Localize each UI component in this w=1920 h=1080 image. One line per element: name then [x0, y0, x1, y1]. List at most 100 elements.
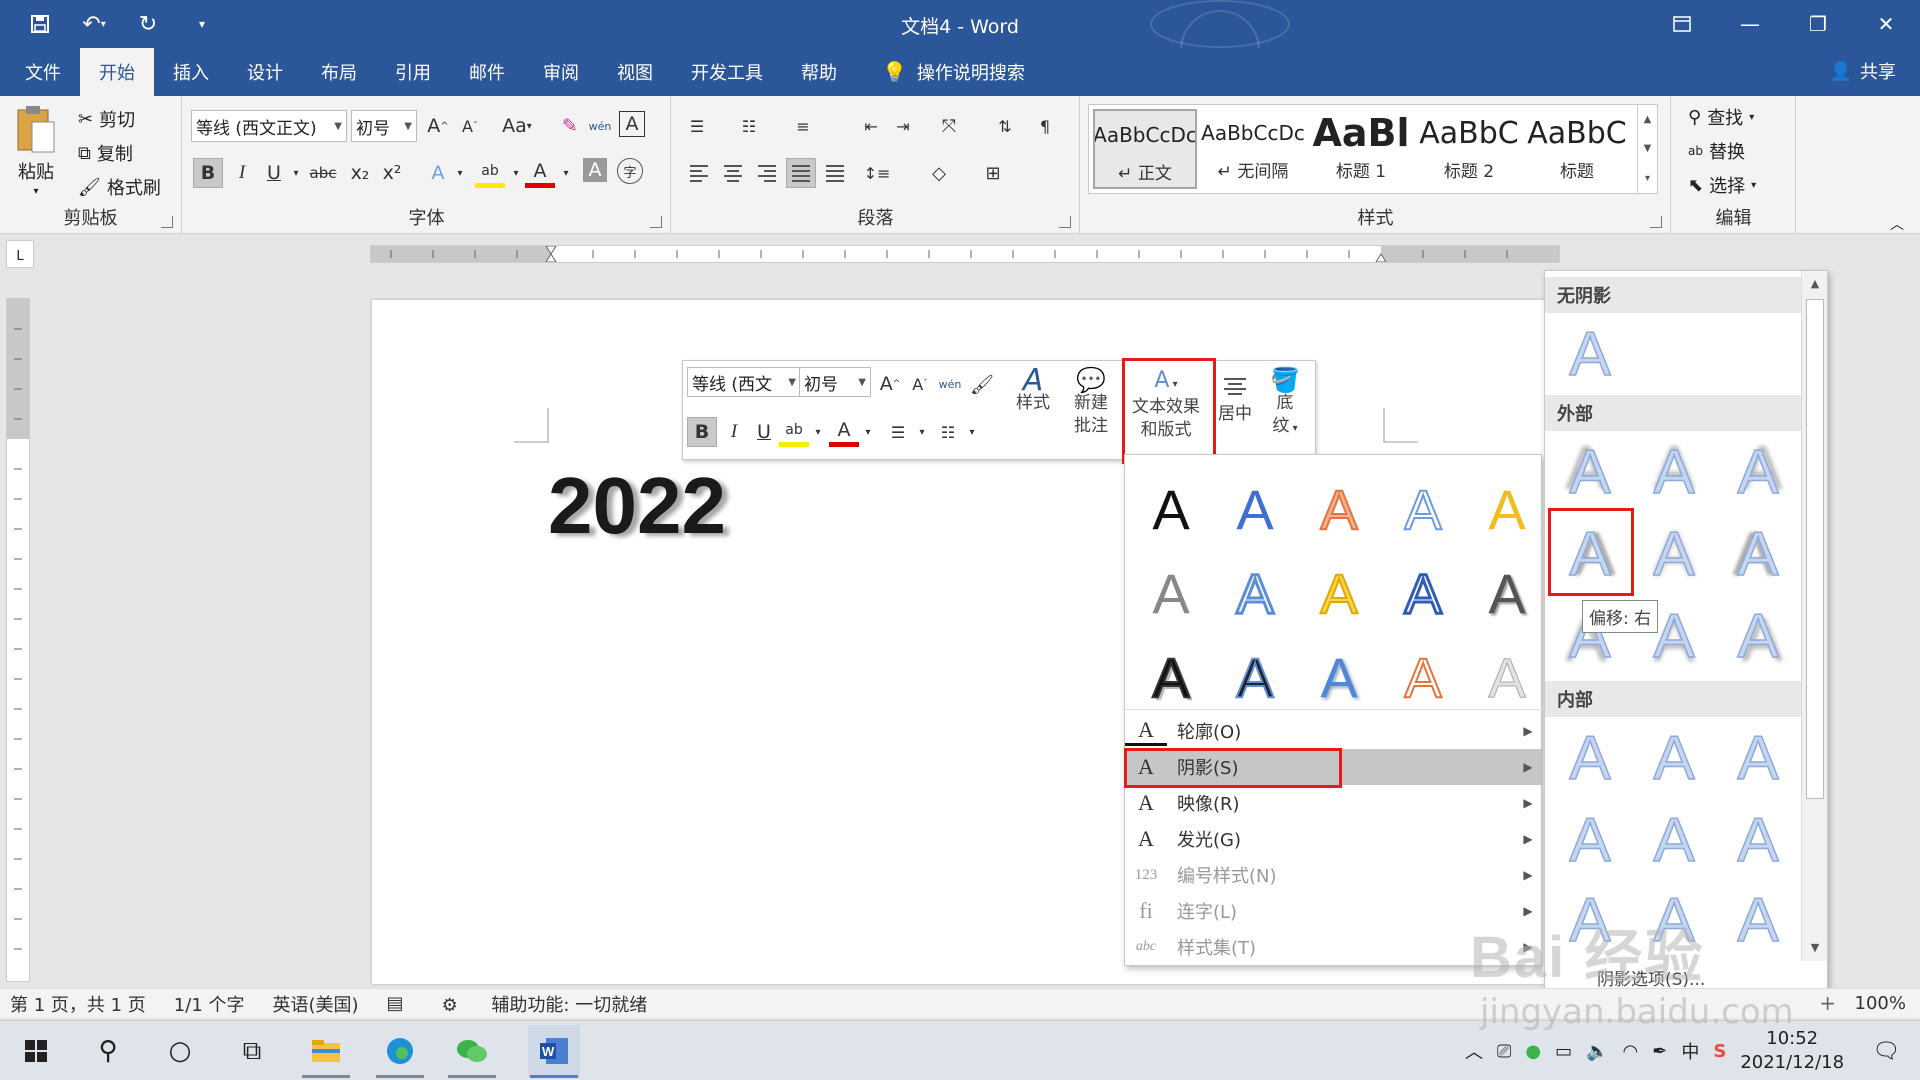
italic-button[interactable]: I — [227, 158, 257, 188]
tab-developer[interactable]: 开发工具 — [672, 48, 782, 96]
style-heading-2[interactable]: AaBbC 标题 2 — [1417, 109, 1521, 189]
shading-button[interactable]: 🪣 底 纹 ▾ — [1261, 368, 1309, 440]
menu-item-reflection[interactable]: A 映像(R) ▶ — [1125, 785, 1543, 821]
mini-styles-button[interactable]: A 样式 — [1005, 366, 1061, 415]
effect-style-13[interactable]: A — [1299, 637, 1379, 717]
superscript-button[interactable]: x² — [377, 158, 407, 188]
chevron-down-icon[interactable]: ▾ — [853, 417, 883, 447]
page-count[interactable]: 第 1 页，共 1 页 — [10, 991, 146, 1017]
bold-button[interactable]: B — [193, 158, 223, 188]
copy-button[interactable]: ⧉ 复制 — [78, 140, 133, 166]
effect-style-11[interactable]: A — [1131, 637, 1211, 717]
ribbon-display-icon[interactable] — [1648, 0, 1716, 48]
format-painter-button[interactable]: 🖌 格式刷 — [78, 174, 161, 200]
battery-icon[interactable]: ▭ — [1555, 1041, 1572, 1062]
align-left-icon[interactable] — [684, 158, 714, 188]
subscript-button[interactable]: x₂ — [345, 158, 375, 188]
effect-style-6[interactable]: A — [1131, 553, 1211, 633]
grow-font-icon[interactable]: A ^ — [423, 111, 453, 141]
edge-icon[interactable] — [380, 1031, 420, 1071]
phonetic-guide-icon[interactable]: wén — [585, 111, 615, 141]
bullets-icon[interactable]: ☰ — [682, 111, 712, 141]
menu-item-number-styles[interactable]: 123 编号样式(N) ▶ — [1125, 857, 1543, 893]
effect-style-9[interactable]: A — [1383, 553, 1463, 633]
justify-icon[interactable] — [786, 158, 816, 188]
chevron-up-icon[interactable]: ︿ — [1465, 1038, 1483, 1064]
change-case-button[interactable]: Aa ▾ — [495, 111, 539, 141]
shadow-outer-5[interactable]: A — [1637, 517, 1711, 591]
word-icon[interactable]: W — [528, 1025, 580, 1077]
effect-style-1[interactable]: A — [1131, 469, 1211, 549]
chevron-up-icon[interactable]: ▲ — [1644, 114, 1652, 125]
new-comment-button[interactable]: 💬 新建 批注 — [1067, 368, 1115, 438]
shadow-outer-6[interactable]: A — [1721, 517, 1795, 591]
numbering-icon[interactable]: ☷ — [734, 111, 764, 141]
style-normal[interactable]: AaBbCcDc ↵ 正文 — [1093, 109, 1197, 189]
effect-style-10[interactable]: A — [1467, 553, 1547, 633]
style-title[interactable]: AaBbC 标题 — [1525, 109, 1629, 189]
tab-review[interactable]: 审阅 — [524, 48, 598, 96]
menu-item-glow[interactable]: A 发光(G) ▶ — [1125, 821, 1543, 857]
multilevel-list-icon[interactable]: ≡ — [788, 111, 818, 141]
shadow-outer-3[interactable]: A — [1721, 435, 1795, 509]
shading-icon[interactable]: ◇ — [924, 158, 954, 188]
language[interactable]: 英语(美国) — [273, 991, 359, 1017]
tab-file[interactable]: 文件 — [6, 48, 80, 96]
effect-style-5[interactable]: A — [1467, 469, 1547, 549]
wechat-icon[interactable] — [452, 1031, 492, 1071]
effect-style-15[interactable]: A — [1467, 637, 1547, 717]
gallery-scrollbar[interactable]: ▲ ▼ ▾ — [1637, 105, 1657, 193]
tell-me-search[interactable]: 💡 操作说明搜索 — [856, 48, 1025, 96]
paste-button[interactable]: 粘贴 ▾ — [14, 104, 58, 197]
shadow-none[interactable]: A — [1553, 317, 1627, 391]
tab-mailings[interactable]: 邮件 — [450, 48, 524, 96]
sort-icon[interactable]: ⇅ — [990, 111, 1020, 141]
tab-help[interactable]: 帮助 — [782, 48, 856, 96]
select-button[interactable]: ⬉ 选择 ▾ — [1688, 172, 1756, 198]
cut-button[interactable]: ✂ 剪切 — [78, 106, 135, 132]
tab-insert[interactable]: 插入 — [154, 48, 228, 96]
increase-indent-icon[interactable]: ⇥ — [888, 111, 918, 141]
enclose-characters-icon[interactable]: 字 — [617, 158, 643, 184]
distributed-icon[interactable] — [820, 158, 850, 188]
paragraph-launcher-icon[interactable] — [1059, 216, 1071, 228]
mini-size-combo[interactable]: 初号 ▼ — [799, 367, 871, 397]
clipboard-launcher-icon[interactable] — [161, 216, 173, 228]
shadow-inner-9[interactable]: A — [1721, 883, 1795, 957]
decrease-indent-icon[interactable]: ⇤ — [856, 111, 886, 141]
notification-icon[interactable]: 🗨 — [1872, 1039, 1900, 1064]
scrollbar-thumb[interactable] — [1806, 299, 1824, 799]
tab-layout[interactable]: 布局 — [302, 48, 376, 96]
mini-italic-button[interactable]: I — [719, 417, 749, 447]
clock[interactable]: 10:52 2021/12/18 — [1740, 1027, 1844, 1075]
shadow-outer-1[interactable]: A — [1553, 435, 1627, 509]
wechat-tray-icon[interactable]: ● — [1525, 1041, 1541, 1062]
replace-button[interactable]: ab 替换 — [1688, 138, 1745, 164]
chevron-down-icon[interactable]: ▼ — [1644, 143, 1652, 154]
tab-design[interactable]: 设计 — [228, 48, 302, 96]
phonetic-guide-icon[interactable]: wén — [935, 369, 965, 399]
zoom-in-icon[interactable]: + — [1819, 991, 1836, 1015]
format-painter-icon[interactable]: 🖌 — [967, 369, 997, 399]
chevron-up-icon[interactable]: ▲ — [1802, 273, 1828, 295]
tab-references[interactable]: 引用 — [376, 48, 450, 96]
word-count[interactable]: 1/1 个字 — [174, 991, 245, 1017]
accessibility-status[interactable]: ⚙ 辅助功能: 一切就绪 — [432, 991, 666, 1017]
macro-icon[interactable]: ▤ — [387, 993, 404, 1014]
effect-style-8[interactable]: A — [1299, 553, 1379, 633]
menu-item-outline[interactable]: A 轮廓(O) ▶ — [1125, 713, 1543, 749]
effect-style-4[interactable]: A — [1383, 469, 1463, 549]
mini-underline-button[interactable]: U — [749, 417, 779, 447]
effect-style-2[interactable]: A — [1215, 469, 1295, 549]
grow-font-icon[interactable]: A ^ — [875, 369, 905, 399]
share-button[interactable]: 👤 共享 — [1830, 58, 1896, 84]
chevron-down-icon[interactable]: ▾ — [957, 417, 987, 447]
minimize-icon[interactable]: — — [1716, 0, 1784, 48]
shadow-menu-scrollbar[interactable]: ▲ ▼ — [1801, 271, 1827, 961]
shrink-font-icon[interactable]: Aˇ — [455, 111, 485, 141]
shadow-inner-6[interactable]: A — [1721, 803, 1795, 877]
tab-selector-icon[interactable]: L — [6, 240, 34, 268]
font-size-combo[interactable]: 初号 ▼ — [351, 110, 417, 142]
search-icon[interactable]: ⚲ — [88, 1031, 128, 1071]
wifi-icon[interactable]: ◠ — [1623, 1041, 1639, 1062]
